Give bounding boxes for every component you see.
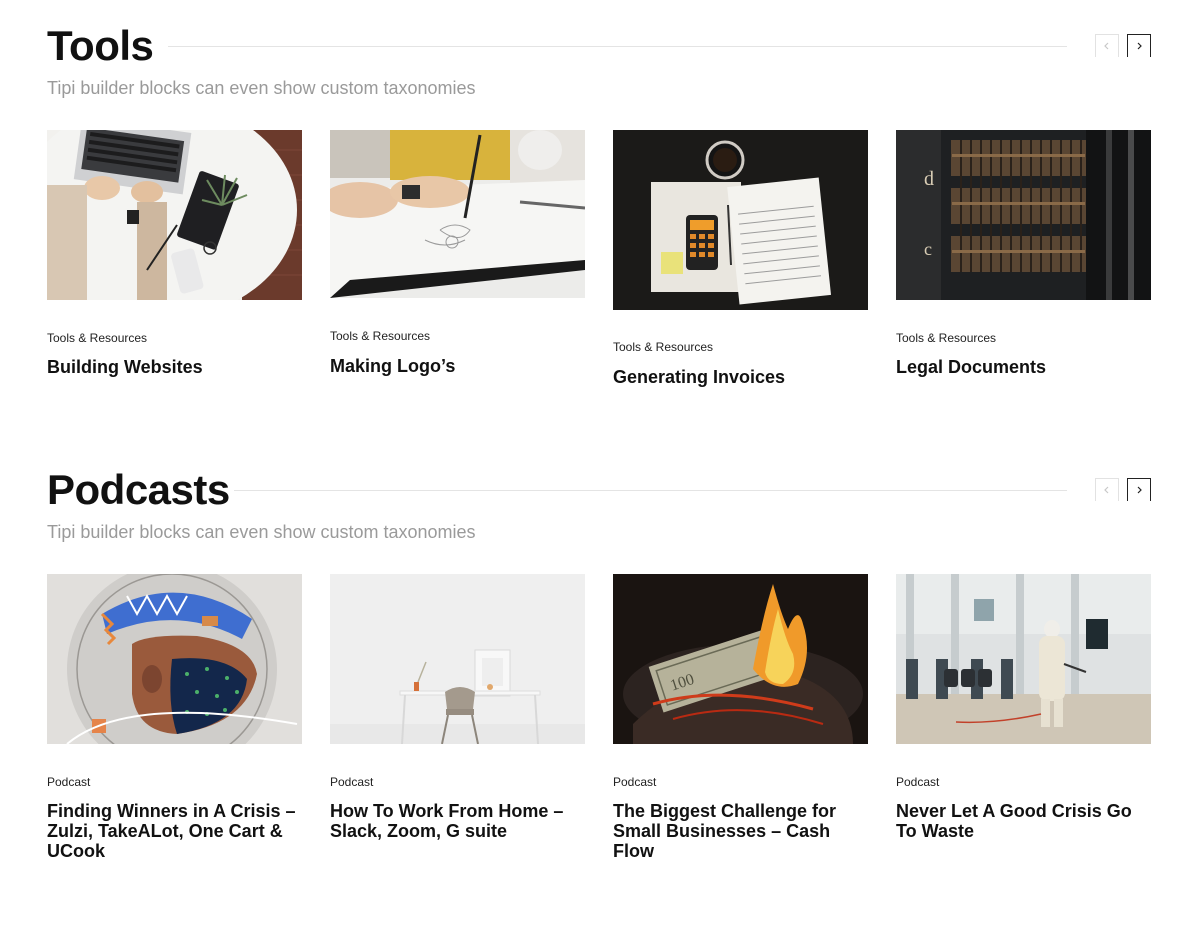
card-title[interactable]: Generating Invoices — [613, 367, 868, 387]
svg-text:d: d — [924, 168, 934, 190]
card-title[interactable]: Making Logo’s — [330, 356, 585, 376]
tax-forms-calculator-image — [613, 130, 868, 310]
chevron-right-icon — [1135, 42, 1143, 50]
chevron-left-icon — [1103, 486, 1111, 494]
card-image[interactable] — [896, 574, 1151, 744]
card-category[interactable]: Tools & Resources — [896, 331, 996, 345]
card-image[interactable] — [613, 130, 868, 310]
card-title[interactable]: Building Websites — [47, 357, 302, 377]
library-bookshelf-image: d c — [896, 130, 1151, 300]
tools-section: Tools Tipi builder blocks can even show … — [47, 22, 1151, 387]
carousel-next-button[interactable] — [1127, 34, 1151, 57]
chevron-right-icon — [1135, 486, 1143, 494]
section-title: Tools — [47, 22, 154, 69]
card-category[interactable]: Tools & Resources — [330, 329, 430, 343]
card-category[interactable]: Podcast — [896, 775, 939, 789]
section-subtitle: Tipi builder blocks can even show custom… — [47, 522, 476, 542]
card-title[interactable]: The Biggest Challenge for Small Business… — [613, 801, 868, 861]
laptop-typing-image — [47, 130, 302, 300]
carousel-prev-button[interactable] — [1095, 34, 1119, 57]
card-title[interactable]: Never Let A Good Crisis Go To Waste — [896, 801, 1151, 841]
card-title[interactable]: How To Work From Home – Slack, Zoom, G s… — [330, 801, 585, 841]
sketching-hand-image — [330, 130, 585, 298]
card-category[interactable]: Tools & Resources — [613, 340, 713, 354]
disinfection-worker-image — [896, 574, 1151, 744]
post-card[interactable]: Tools & Resources Building Websites — [47, 130, 302, 377]
card-image[interactable]: d c — [896, 130, 1151, 300]
title-divider — [234, 490, 1067, 491]
carousel-next-button[interactable] — [1127, 478, 1151, 501]
title-divider — [168, 46, 1067, 47]
post-card[interactable]: 100 Podcast The Biggest Challenge for Sm… — [613, 574, 868, 861]
chevron-left-icon — [1103, 42, 1111, 50]
svg-text:c: c — [924, 239, 932, 259]
post-card[interactable]: d c Tools & Resources Legal Documents — [896, 130, 1151, 377]
post-card[interactable]: Tools & Resources Generating Invoices — [613, 130, 868, 387]
section-header: Tools — [47, 22, 1151, 70]
card-image[interactable] — [47, 574, 302, 744]
post-card[interactable]: Tools & Resources Making Logo’s — [330, 130, 585, 376]
card-title[interactable]: Finding Winners in A Crisis – Zulzi, Tak… — [47, 801, 302, 861]
card-image[interactable]: 100 — [613, 574, 868, 744]
card-category[interactable]: Podcast — [613, 775, 656, 789]
podcasts-section: Podcasts Tipi builder blocks can even sh… — [47, 466, 1151, 861]
card-category[interactable]: Podcast — [330, 775, 373, 789]
section-header: Podcasts — [47, 466, 1151, 514]
post-card[interactable]: Podcast Finding Winners in A Crisis – Zu… — [47, 574, 302, 861]
post-card[interactable]: Podcast How To Work From Home – Slack, Z… — [330, 574, 585, 841]
burning-money-image: 100 — [613, 574, 868, 744]
card-image[interactable] — [47, 130, 302, 300]
card-image[interactable] — [330, 130, 585, 298]
card-title[interactable]: Legal Documents — [896, 357, 1151, 377]
section-title: Podcasts — [47, 466, 230, 513]
section-subtitle: Tipi builder blocks can even show custom… — [47, 78, 476, 98]
masked-face-illustration — [47, 574, 302, 744]
card-category[interactable]: Podcast — [47, 775, 90, 789]
card-image[interactable] — [330, 574, 585, 744]
carousel-prev-button[interactable] — [1095, 478, 1119, 501]
post-card[interactable]: Podcast Never Let A Good Crisis Go To Wa… — [896, 574, 1151, 841]
minimal-desk-image — [330, 574, 585, 744]
card-category[interactable]: Tools & Resources — [47, 331, 147, 345]
